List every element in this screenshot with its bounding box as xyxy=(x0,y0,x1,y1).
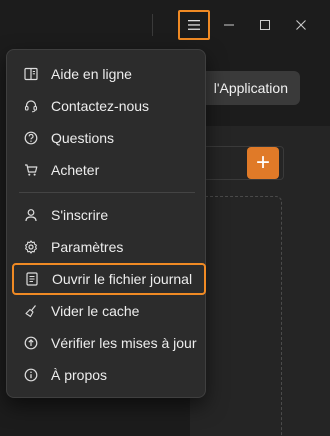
application-button-label: l'Application xyxy=(213,80,288,96)
menu-item-label: À propos xyxy=(51,367,108,383)
menu-item-label: Ouvrir le fichier journal xyxy=(52,271,193,287)
cart-icon xyxy=(23,162,39,178)
menu-item-label: Contactez-nous xyxy=(51,98,150,114)
broom-icon xyxy=(23,303,39,319)
main-dropdown-menu: Aide en ligne Contactez-nous Questions A… xyxy=(6,49,206,398)
menu-item-label: Aide en ligne xyxy=(51,66,132,82)
hamburger-icon xyxy=(188,20,200,30)
maximize-button[interactable] xyxy=(250,10,280,40)
menu-item-online-help[interactable]: Aide en ligne xyxy=(13,59,199,89)
menu-item-label: Paramètres xyxy=(51,239,124,255)
menu-item-about[interactable]: À propos xyxy=(13,360,199,390)
upload-circle-icon xyxy=(23,335,39,351)
menu-item-label: Acheter xyxy=(51,162,100,178)
add-button[interactable]: + xyxy=(247,147,279,179)
person-icon xyxy=(23,207,39,223)
info-icon xyxy=(23,367,39,383)
maximize-icon xyxy=(260,20,270,30)
plus-icon: + xyxy=(255,149,270,176)
menu-item-settings[interactable]: Paramètres xyxy=(13,232,199,262)
menu-item-clear-cache[interactable]: Vider le cache xyxy=(13,296,199,326)
app-window: l'Application + Aide en ligne Contactez-… xyxy=(0,0,330,436)
question-icon xyxy=(23,130,39,146)
drop-zone[interactable] xyxy=(200,196,282,436)
close-icon xyxy=(296,20,306,30)
minimize-icon xyxy=(224,24,234,26)
book-icon xyxy=(23,66,39,82)
menu-item-open-log-file[interactable]: Ouvrir le fichier journal xyxy=(12,263,206,295)
menu-item-sign-up[interactable]: S'inscrire xyxy=(13,200,199,230)
close-button[interactable] xyxy=(286,10,316,40)
menu-item-check-updates[interactable]: Vérifier les mises à jour xyxy=(13,328,199,358)
main-menu-button[interactable] xyxy=(178,10,210,40)
headset-icon xyxy=(23,98,39,114)
minimize-button[interactable] xyxy=(214,10,244,40)
menu-item-contact-us[interactable]: Contactez-nous xyxy=(13,91,199,121)
menu-item-label: S'inscrire xyxy=(51,207,109,223)
menu-item-label: Questions xyxy=(51,130,115,146)
menu-separator xyxy=(19,192,195,193)
log-file-icon xyxy=(24,271,40,287)
titlebar-separator xyxy=(152,14,153,36)
menu-item-label: Vérifier les mises à jour xyxy=(51,335,197,351)
gear-icon xyxy=(23,239,39,255)
menu-item-questions[interactable]: Questions xyxy=(13,123,199,153)
menu-item-buy[interactable]: Acheter xyxy=(13,155,199,185)
menu-item-label: Vider le cache xyxy=(51,303,140,319)
application-button[interactable]: l'Application xyxy=(190,71,300,105)
